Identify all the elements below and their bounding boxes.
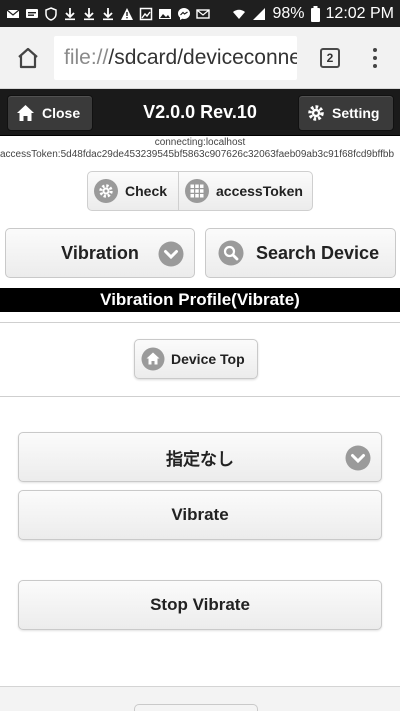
home-icon (17, 105, 34, 121)
vibration-pattern-select[interactable]: 指定なし (18, 432, 382, 482)
access-token-label: accessToken (216, 183, 303, 199)
stop-vibrate-button[interactable]: Stop Vibrate (18, 580, 382, 630)
profile-select[interactable]: Vibration (5, 228, 195, 278)
download-icon (65, 7, 75, 20)
download-icon (84, 7, 94, 20)
home-icon (141, 347, 165, 371)
profile-title-bar: Vibration Profile(Vibrate) (0, 288, 400, 312)
menu-dot (373, 55, 377, 60)
warning-icon (121, 7, 133, 20)
battery-percent: 98% (272, 4, 305, 22)
email-icon (196, 8, 210, 19)
device-top-button[interactable]: Device Top (134, 339, 258, 379)
image-icon (139, 7, 153, 20)
close-button[interactable]: Close (7, 95, 93, 131)
menu-dot (373, 63, 377, 68)
check-label: Check (125, 183, 168, 199)
profile-select-value: Vibration (61, 242, 139, 263)
more-menu-button[interactable] (360, 34, 390, 82)
connection-status: connecting:localhost (154, 137, 246, 148)
footer-button-partial[interactable] (134, 704, 258, 711)
system-status: 98% 12:02 PM (232, 5, 394, 23)
vibrate-button[interactable]: Vibrate (18, 490, 382, 540)
status-bar: 98% 12:02 PM (0, 0, 400, 27)
menu-dot (373, 47, 377, 52)
wifi-icon (233, 9, 246, 19)
tab-switcher-button[interactable]: 2 (320, 47, 340, 68)
messenger-icon (178, 7, 190, 20)
gear-icon (94, 179, 118, 203)
control-button-group: Check accessToken (87, 171, 313, 211)
gear-icon (308, 105, 324, 121)
url-bar[interactable]: file:///sdcard/deviceconne (54, 35, 297, 80)
search-device-button[interactable]: Search Device (205, 228, 396, 278)
mail-icon (6, 9, 20, 18)
chevron-down-icon (345, 445, 371, 471)
url-scheme: file:// (64, 45, 109, 69)
access-token-button[interactable]: accessToken (178, 172, 309, 210)
home-icon (18, 47, 38, 68)
home-button[interactable] (4, 34, 52, 82)
browser-toolbar: file:///sdcard/deviceconne 2 (0, 27, 400, 89)
device-top-label: Device Top (171, 351, 245, 367)
app-header: Close V2.0.0 Rev.10 Setting (0, 89, 400, 136)
search-icon (218, 240, 244, 266)
shield-icon (45, 6, 57, 21)
download-icon (103, 7, 113, 20)
battery-icon (310, 5, 320, 22)
access-token-text: accessToken:5d48fdac29de453239545bf5863c… (0, 149, 395, 160)
clock: 12:02 PM (325, 4, 394, 22)
app-version-title: V2.0.0 Rev.10 (143, 102, 257, 122)
setting-button[interactable]: Setting (298, 95, 394, 131)
check-button[interactable]: Check (88, 172, 178, 210)
close-label: Close (42, 105, 81, 121)
search-device-label: Search Device (256, 242, 380, 263)
photo-icon (159, 8, 171, 19)
section-divider (0, 322, 400, 323)
pattern-select-value: 指定なし (166, 449, 234, 469)
chevron-down-icon (158, 241, 184, 267)
url-path: /sdcard/deviceconne (108, 45, 297, 69)
notification-icons (6, 6, 210, 21)
grid-icon (185, 179, 209, 203)
signal-icon (253, 7, 266, 20)
message-icon (26, 8, 38, 18)
section-divider (0, 396, 400, 397)
setting-label: Setting (332, 105, 380, 121)
